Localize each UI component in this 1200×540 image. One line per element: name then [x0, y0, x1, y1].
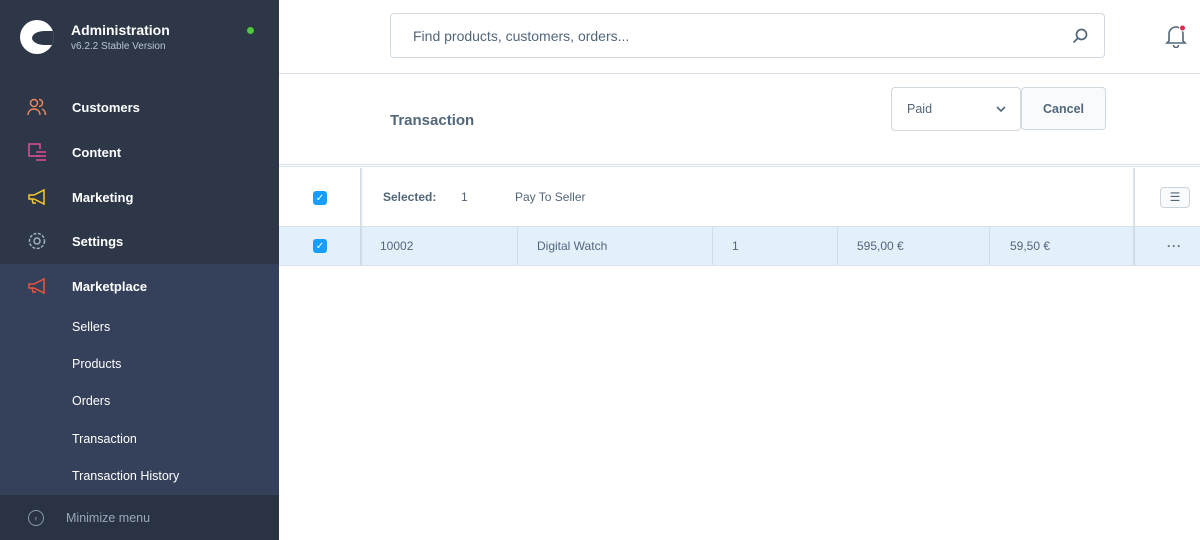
page-title: Transaction: [390, 112, 475, 129]
sidebar-item-label: Content: [72, 144, 122, 160]
shopware-logo-icon: [20, 20, 54, 54]
sidebar-item-label: Customers: [72, 99, 140, 115]
top-bar: [279, 0, 1200, 74]
pay-to-seller-link[interactable]: Pay To Seller: [515, 178, 585, 217]
search-box[interactable]: [390, 13, 1105, 58]
sidebar-item-label: Marketing: [72, 189, 134, 205]
status-dot: [247, 27, 254, 34]
sidebar-item-marketing[interactable]: Marketing: [0, 175, 279, 219]
sidebar-item-marketplace[interactable]: Marketplace: [0, 264, 279, 308]
gear-icon: [27, 231, 47, 251]
minimize-menu-button[interactable]: ‹ Minimize menu: [0, 495, 279, 540]
sidebar-subitem-transaction[interactable]: Transaction: [72, 432, 137, 446]
chevron-left-circle-icon: ‹: [28, 509, 44, 526]
row-checkbox[interactable]: ✓: [313, 239, 327, 253]
minimize-menu-label: Minimize menu: [66, 510, 151, 525]
users-icon: [27, 97, 47, 117]
sidebar-item-label: Marketplace: [72, 278, 148, 294]
search-icon[interactable]: [1072, 28, 1088, 44]
row-actions-icon[interactable]: ···: [1167, 227, 1182, 266]
bell-icon[interactable]: [1165, 24, 1187, 48]
content-icon: [27, 142, 47, 162]
sidebar-item-settings[interactable]: Settings: [0, 219, 279, 263]
selected-count: 1: [461, 190, 468, 204]
select-all-checkbox[interactable]: ✓: [313, 191, 327, 205]
sidebar-subitem-products[interactable]: Products: [72, 357, 121, 371]
sidebar-item-content[interactable]: Content: [0, 130, 279, 174]
sidebar-item-customers[interactable]: Customers: [0, 85, 279, 129]
status-select[interactable]: Paid: [891, 87, 1021, 131]
brand-title: Administration: [71, 22, 170, 38]
chevron-down-icon: [996, 106, 1006, 112]
sidebar-subitem-sellers[interactable]: Sellers: [72, 320, 110, 334]
megaphone-icon: [27, 187, 47, 207]
cell-id: 10002: [380, 239, 414, 253]
megaphone-icon: [27, 276, 47, 296]
search-input[interactable]: [413, 27, 1072, 44]
sidebar: Administration v6.2.2 Stable Version Cus…: [0, 0, 279, 540]
cell-commission: 59,50 €: [1010, 239, 1051, 253]
page-header: Transaction Paid Cancel: [279, 74, 1200, 167]
sidebar-item-label: Settings: [72, 233, 124, 249]
brand: Administration v6.2.2 Stable Version: [20, 20, 170, 54]
cell-quantity: 1: [732, 239, 739, 253]
selected-label: Selected:: [383, 190, 437, 204]
sidebar-subitem-transaction-history[interactable]: Transaction History: [72, 469, 179, 483]
table-row[interactable]: ✓ 10002 Digital Watch 1 595,00 € 59,50 €…: [279, 227, 1200, 266]
brand-version: v6.2.2 Stable Version: [71, 41, 166, 52]
sidebar-subitem-orders[interactable]: Orders: [72, 394, 110, 408]
cell-amount: 595,00 €: [857, 239, 904, 253]
bulk-actions-bar: ✓ Selected: 1 Pay To Seller ☰: [279, 168, 1200, 227]
cancel-button[interactable]: Cancel: [1021, 87, 1106, 130]
column-settings-button[interactable]: ☰: [1160, 187, 1190, 208]
status-select-value: Paid: [907, 102, 933, 116]
cell-product: Digital Watch: [537, 239, 608, 253]
